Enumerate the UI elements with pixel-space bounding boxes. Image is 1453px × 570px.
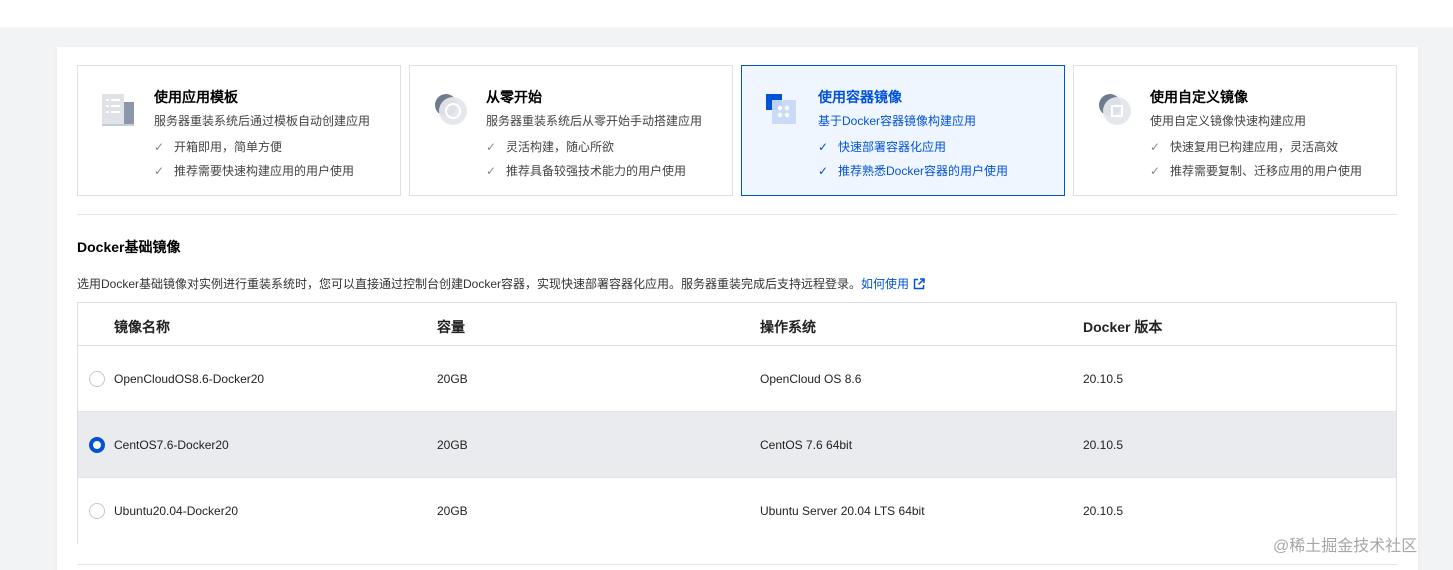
- build-method-cards: 使用应用模板 服务器重装系统后通过模板自动创建应用 ✓ 开箱即用，简单方便 ✓ 推荐…: [77, 65, 1397, 196]
- section-description-text: 选用Docker基础镜像对实例进行重装系统时，您可以直接通过控制台创建Docke…: [77, 277, 862, 291]
- row-radio[interactable]: [89, 371, 105, 387]
- watermark: @稀土掘金技术社区: [1273, 538, 1418, 555]
- image-size: 20GB: [437, 438, 468, 452]
- check-icon: ✓: [818, 164, 829, 178]
- card-feature: ✓ 灵活构建，随心所欲: [486, 140, 615, 154]
- column-header-size: 容量: [437, 319, 465, 335]
- image-name: Ubuntu20.04-Docker20: [114, 504, 239, 518]
- check-icon: ✓: [486, 140, 497, 154]
- card-feature: ✓ 推荐熟悉Docker容器的用户使用: [818, 164, 1009, 178]
- external-link-icon: [913, 278, 925, 293]
- column-header-name: 镜像名称: [114, 319, 170, 335]
- app-template-icon: [100, 90, 138, 128]
- image-selection-panel: 使用应用模板 服务器重装系统后通过模板自动创建应用 ✓ 开箱即用，简单方便 ✓ 推荐…: [57, 47, 1418, 570]
- card-title: 使用应用模板: [154, 89, 238, 105]
- top-bar: [0, 0, 1453, 27]
- card-title: 使用容器镜像: [818, 89, 902, 105]
- card-app-template[interactable]: 使用应用模板 服务器重装系统后通过模板自动创建应用 ✓ 开箱即用，简单方便 ✓ 推荐…: [77, 65, 401, 196]
- card-feature: ✓ 推荐具备较强技术能力的用户使用: [486, 164, 687, 178]
- image-name: CentOS7.6-Docker20: [114, 438, 229, 452]
- card-feature: ✓ 开箱即用，简单方便: [154, 140, 283, 154]
- card-description: 服务器重装系统后从零开始手动搭建应用: [486, 114, 703, 128]
- check-icon: ✓: [818, 140, 829, 154]
- card-feature: ✓ 推荐需要复制、迁移应用的用户使用: [1150, 164, 1363, 178]
- table-row[interactable]: OpenCloudOS8.6-Docker20 20GB OpenCloud O…: [78, 346, 1396, 412]
- column-header-os: 操作系统: [760, 319, 816, 335]
- card-container-image[interactable]: 使用容器镜像 基于Docker容器镜像构建应用 ✓ 快速部署容器化应用 ✓ 推荐熟悉…: [741, 65, 1065, 196]
- check-icon: ✓: [1150, 140, 1161, 154]
- docker-version: 20.10.5: [1083, 438, 1124, 452]
- image-size: 20GB: [437, 372, 468, 386]
- container-image-icon: [764, 90, 802, 128]
- card-description: 使用自定义镜像快速构建应用: [1150, 114, 1307, 128]
- card-feature: ✓ 快速复用已构建应用，灵活高效: [1150, 140, 1339, 154]
- docker-version: 20.10.5: [1083, 372, 1124, 386]
- section-description: 选用Docker基础镜像对实例进行重装系统时，您可以直接通过控制台创建Docke…: [77, 275, 925, 293]
- divider: [77, 564, 1397, 565]
- card-description: 基于Docker容器镜像构建应用: [818, 114, 977, 128]
- docker-image-table: 镜像名称 容量 操作系统 Docker 版本 OpenCloudOS8.6-Do…: [77, 302, 1397, 544]
- card-title: 使用自定义镜像: [1150, 89, 1248, 105]
- how-to-use-link[interactable]: 如何使用: [861, 277, 925, 291]
- image-name: OpenCloudOS8.6-Docker20: [114, 372, 265, 386]
- card-blank-start[interactable]: 从零开始 服务器重装系统后从零开始手动搭建应用 ✓ 灵活构建，随心所欲 ✓ 推荐具备…: [409, 65, 733, 196]
- card-title: 从零开始: [486, 89, 542, 105]
- card-description: 服务器重装系统后通过模板自动创建应用: [154, 114, 371, 128]
- image-size: 20GB: [437, 504, 468, 518]
- image-os: CentOS 7.6 64bit: [760, 438, 853, 452]
- blank-start-icon: [432, 90, 470, 128]
- divider: [77, 214, 1397, 215]
- image-os: Ubuntu Server 20.04 LTS 64bit: [760, 504, 925, 518]
- card-custom-image[interactable]: 使用自定义镜像 使用自定义镜像快速构建应用 ✓ 快速复用已构建应用，灵活高效 ✓ 推…: [1073, 65, 1397, 196]
- check-icon: ✓: [1150, 164, 1161, 178]
- table-row[interactable]: Ubuntu20.04-Docker20 20GB Ubuntu Server …: [78, 478, 1396, 544]
- row-radio[interactable]: [89, 503, 105, 519]
- docker-version: 20.10.5: [1083, 504, 1124, 518]
- table-row[interactable]: CentOS7.6-Docker20 20GB CentOS 7.6 64bit…: [78, 412, 1396, 478]
- table-header: 镜像名称 容量 操作系统 Docker 版本: [78, 303, 1396, 346]
- check-icon: ✓: [154, 140, 165, 154]
- row-radio[interactable]: [89, 437, 105, 453]
- check-icon: ✓: [154, 164, 165, 178]
- section-title: Docker基础镜像: [77, 239, 181, 255]
- check-icon: ✓: [486, 164, 497, 178]
- custom-image-icon: [1096, 90, 1134, 128]
- card-feature: ✓ 推荐需要快速构建应用的用户使用: [154, 164, 355, 178]
- column-header-docker-version: Docker 版本: [1083, 319, 1163, 335]
- image-os: OpenCloud OS 8.6: [760, 372, 862, 386]
- card-feature: ✓ 快速部署容器化应用: [818, 140, 947, 154]
